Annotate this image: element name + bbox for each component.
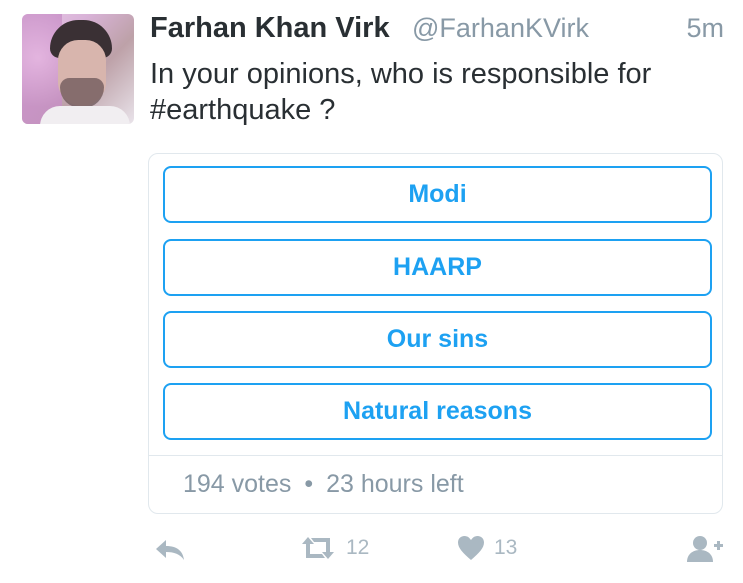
tweet-timestamp[interactable]: 5m [686, 13, 724, 44]
like-button[interactable]: 13 [456, 534, 517, 562]
poll-time-left: 23 hours left [326, 470, 464, 498]
poll-option-our-sins[interactable]: Our sins [163, 311, 712, 368]
poll-option-modi[interactable]: Modi [163, 166, 712, 223]
retweet-count: 12 [346, 536, 370, 559]
poll-divider [149, 455, 722, 456]
poll-option-natural-reasons[interactable]: Natural reasons [163, 383, 712, 440]
retweet-icon [298, 534, 338, 562]
heart-icon [456, 534, 486, 562]
tweet-actions: 12 13 [150, 530, 730, 570]
avatar-beard [60, 78, 104, 108]
follow-button[interactable] [686, 534, 724, 564]
tweet-text: In your opinions, who is responsible for… [150, 58, 652, 126]
poll-footer: 194 votes • 23 hours left [183, 470, 464, 499]
poll-option-haarp[interactable]: HAARP [163, 239, 712, 296]
poll-separator: • [304, 470, 314, 498]
retweet-button[interactable]: 12 [298, 534, 369, 562]
poll-card: Modi HAARP Our sins Natural reasons 194 … [148, 153, 723, 514]
like-count: 13 [494, 536, 518, 559]
avatar-shirt [40, 106, 130, 124]
reply-button[interactable] [154, 538, 186, 562]
avatar[interactable] [22, 14, 134, 124]
author-handle[interactable]: @FarhanKVirk [412, 13, 589, 44]
author-name[interactable]: Farhan Khan Virk [150, 12, 390, 45]
tweet-header: Farhan Khan Virk @FarhanKVirk 5m [150, 12, 730, 48]
follow-user-icon [686, 534, 724, 564]
reply-icon [154, 538, 186, 562]
poll-vote-count: 194 votes [183, 470, 292, 498]
